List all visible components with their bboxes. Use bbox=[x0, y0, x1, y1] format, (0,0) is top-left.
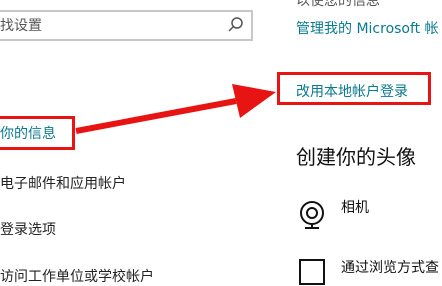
nav-item-sign-in-options[interactable]: 登录选项 bbox=[0, 219, 56, 239]
manage-microsoft-account-link[interactable]: 管理我的 Microsoft 帐 bbox=[296, 18, 439, 38]
browse-icon[interactable] bbox=[299, 259, 325, 285]
annotation-box-your-info bbox=[0, 116, 75, 150]
create-avatar-title: 创建你的头像 bbox=[296, 145, 416, 169]
nav-item-work-school[interactable]: 访问工作单位或学校帐户 bbox=[0, 266, 154, 286]
camera-icon[interactable] bbox=[296, 199, 328, 231]
search-icon[interactable] bbox=[227, 16, 245, 34]
nav-item-email-accounts[interactable]: 电子邮件和应用帐户 bbox=[0, 173, 126, 193]
search-box[interactable] bbox=[0, 10, 253, 41]
camera-label[interactable]: 相机 bbox=[341, 197, 369, 217]
annotation-box-local-account bbox=[277, 72, 431, 105]
account-top-text: 以使您的信息 bbox=[296, 0, 380, 9]
browse-label[interactable]: 通过浏览方式查 bbox=[341, 257, 439, 277]
search-input[interactable] bbox=[0, 15, 220, 37]
